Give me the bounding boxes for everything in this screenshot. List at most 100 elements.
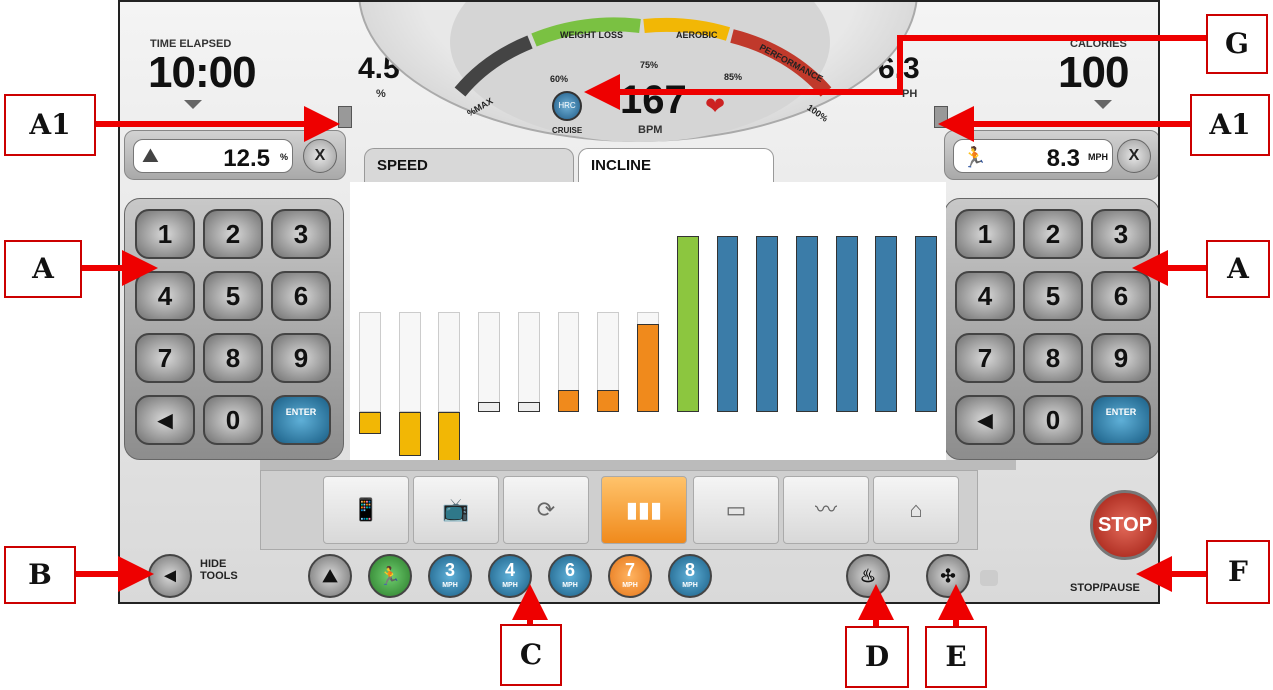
- speed-key-4[interactable]: 4: [955, 271, 1015, 321]
- speed-preset-unit: MPH: [622, 582, 638, 589]
- speed-preset-number: 3: [444, 560, 455, 580]
- incline-key-1[interactable]: 1: [135, 209, 195, 259]
- bar-track: [517, 312, 540, 412]
- phone-icon[interactable]: 📱: [323, 476, 409, 544]
- hrc-cruise-button[interactable]: HRC: [552, 91, 582, 121]
- heart-icon: ❤: [705, 93, 726, 120]
- zone-label-weight-loss: WEIGHT LOSS: [560, 30, 623, 40]
- incline-key-7[interactable]: 7: [135, 333, 195, 383]
- speed-preset-4-button[interactable]: 4 MPH: [488, 554, 532, 598]
- incline-calculator-icon[interactable]: [338, 106, 352, 128]
- incline-entry-unit: %: [279, 152, 288, 162]
- incline-keypad: 1 2 3 4 5 6 7 8 9 ◄ 0 ENTER: [124, 198, 344, 460]
- hide-tools-button[interactable]: ◄: [148, 554, 192, 598]
- road-icon[interactable]: 〰: [783, 476, 869, 544]
- stop-pause-label: STOP/PAUSE: [1070, 582, 1140, 594]
- speed-preset-unit: MPH: [442, 582, 458, 589]
- speed-entry-unit: MPH: [1088, 152, 1108, 162]
- speed-key-7[interactable]: 7: [955, 333, 1015, 383]
- speed-preset-6-button[interactable]: 6 MPH: [548, 554, 592, 598]
- incline-key-2[interactable]: 2: [203, 209, 263, 259]
- profile-bar: [676, 236, 699, 412]
- callout-c: C: [500, 624, 562, 686]
- zone-performance: [730, 29, 832, 97]
- stop-button[interactable]: STOP: [1090, 490, 1158, 560]
- callout-a-left: A: [4, 240, 82, 298]
- bpm-value: 167: [620, 78, 687, 122]
- incline-key-3[interactable]: 3: [271, 209, 331, 259]
- bpm-label: BPM: [638, 124, 663, 136]
- speed-entry-field[interactable]: 🏃 8.3 MPH: [953, 139, 1113, 173]
- profile-bar: [796, 236, 818, 412]
- screen: { "caption": "y ... g g", "metrics": { "…: [0, 0, 1273, 690]
- speed-key-5[interactable]: 5: [1023, 271, 1083, 321]
- counter-icon[interactable]: ▭: [693, 476, 779, 544]
- speed-keypad: 1 2 3 4 5 6 7 8 9 ◄ 0 ENTER: [944, 198, 1158, 460]
- speed-key-9[interactable]: 9: [1091, 333, 1151, 383]
- speed-calculator-icon[interactable]: [934, 106, 948, 128]
- speed-key-2[interactable]: 2: [1023, 209, 1083, 259]
- incline-key-8[interactable]: 8: [203, 333, 263, 383]
- heat-button[interactable]: ♨: [846, 554, 890, 598]
- speed-key-3[interactable]: 3: [1091, 209, 1151, 259]
- speed-preset-8-button[interactable]: 8 MPH: [668, 554, 712, 598]
- speed-key-1[interactable]: 1: [955, 209, 1015, 259]
- chart-baseline: [260, 460, 1016, 470]
- profile-bar: [557, 390, 580, 412]
- callout-a1-right: A1: [1190, 94, 1270, 156]
- profile-bar: [716, 236, 739, 412]
- tick-75: 75%: [640, 60, 659, 70]
- incline-key-4[interactable]: 4: [135, 271, 195, 321]
- replay-icon[interactable]: ⟳: [503, 476, 589, 544]
- incline-key-0[interactable]: 0: [203, 395, 263, 445]
- speed-preset-number: 7: [624, 560, 635, 580]
- incline-entry-field[interactable]: ⛰ 12.5 %: [133, 139, 293, 173]
- speed-tool-button[interactable]: 🏃: [368, 554, 412, 598]
- profile-bar: [915, 236, 938, 412]
- speed-key-0[interactable]: 0: [1023, 395, 1083, 445]
- incline-input-panel: ⛰ 12.5 % X: [124, 130, 346, 180]
- tv-icon[interactable]: 📺: [413, 476, 499, 544]
- cruise-label: CRUISE: [552, 126, 583, 135]
- incline-key-9[interactable]: 9: [271, 333, 331, 383]
- tab-incline[interactable]: INCLINE: [578, 148, 774, 184]
- gym-icon[interactable]: ⌂: [873, 476, 959, 544]
- profile-bar: [875, 236, 898, 412]
- bar-track: [438, 312, 461, 412]
- speed-key-6[interactable]: 6: [1091, 271, 1151, 321]
- speed-preset-unit: MPH: [682, 582, 698, 589]
- incline-key-back[interactable]: ◄: [135, 395, 195, 445]
- incline-key-6[interactable]: 6: [271, 271, 331, 321]
- profile-bar: [478, 402, 500, 412]
- speed-preset-number: 8: [684, 560, 695, 580]
- bar-track: [358, 312, 381, 412]
- tick-60: 60%: [550, 74, 569, 84]
- incline-key-5[interactable]: 5: [203, 271, 263, 321]
- fan-level-indicator: [980, 570, 998, 586]
- speed-enter-button[interactable]: ENTER: [1091, 395, 1151, 445]
- callout-a1-left: A1: [4, 94, 96, 156]
- tab-speed[interactable]: SPEED: [364, 148, 574, 184]
- incline-clear-button[interactable]: X: [303, 139, 337, 173]
- zone-label-aerobic: AEROBIC: [676, 30, 718, 40]
- speed-icon-small: 🏃: [962, 147, 987, 169]
- bar-track: [398, 312, 421, 412]
- fan-button[interactable]: ✣: [926, 554, 970, 598]
- profile-bar: [517, 402, 540, 412]
- speed-preset-number: 6: [564, 560, 575, 580]
- profile-bar: [358, 412, 381, 434]
- callout-d: D: [845, 626, 909, 688]
- callout-b: B: [4, 546, 76, 604]
- speed-key-back[interactable]: ◄: [955, 395, 1015, 445]
- speed-clear-button[interactable]: X: [1117, 139, 1151, 173]
- tool-icon-strip: 📱 📺 ⟳ ▮▮▮ ▭ 〰 ⌂: [260, 470, 978, 550]
- incline-icon-small: ⛰: [142, 145, 159, 167]
- chart-icon[interactable]: ▮▮▮: [601, 476, 687, 544]
- speed-preset-3-button[interactable]: 3 MPH: [428, 554, 472, 598]
- speed-input-panel: 🏃 8.3 MPH X: [944, 130, 1158, 180]
- profile-bar: [835, 236, 858, 412]
- speed-key-8[interactable]: 8: [1023, 333, 1083, 383]
- incline-enter-button[interactable]: ENTER: [271, 395, 331, 445]
- speed-preset-7-button[interactable]: 7 MPH: [608, 554, 652, 598]
- incline-tool-button[interactable]: ⛰: [308, 554, 352, 598]
